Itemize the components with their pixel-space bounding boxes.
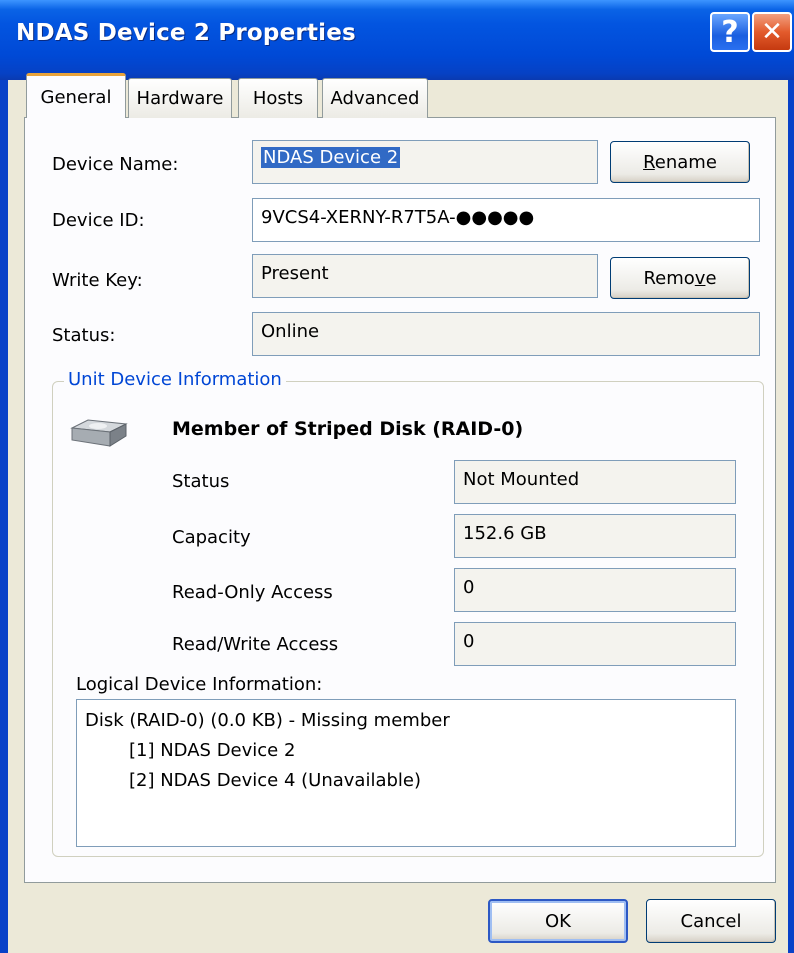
- help-button[interactable]: ?: [710, 12, 750, 52]
- device-name-value: NDAS Device 2: [261, 147, 401, 168]
- unit-status-label: Status: [172, 471, 230, 492]
- tab-general-label: General: [40, 86, 112, 108]
- rename-label: Rename: [643, 151, 717, 173]
- status-label: Status:: [52, 325, 116, 346]
- tab-advanced[interactable]: Advanced: [322, 78, 428, 118]
- read-write-access-field[interactable]: 0: [454, 622, 736, 666]
- device-id-label: Device ID:: [52, 210, 145, 231]
- logical-device-label: Logical Device Information:: [76, 674, 323, 695]
- close-icon: ✕: [761, 17, 783, 47]
- window-border-left: [0, 80, 8, 953]
- remove-label: Remove: [643, 267, 717, 289]
- device-name-label: Device Name:: [52, 154, 179, 175]
- read-write-access-label: Read/Write Access: [172, 634, 339, 655]
- remove-button[interactable]: Remove: [610, 257, 750, 299]
- tab-hardware[interactable]: Hardware: [128, 78, 232, 118]
- write-key-field[interactable]: Present: [252, 254, 598, 298]
- status-field[interactable]: Online: [252, 312, 760, 356]
- help-icon: ?: [721, 14, 739, 50]
- write-key-label: Write Key:: [52, 270, 143, 291]
- tab-advanced-label: Advanced: [330, 88, 420, 109]
- tab-hosts-label: Hosts: [252, 88, 304, 109]
- cancel-button[interactable]: Cancel: [646, 899, 776, 943]
- ok-button[interactable]: OK: [488, 899, 628, 943]
- device-name-field[interactable]: NDAS Device 2: [252, 140, 598, 184]
- unit-device-heading: Member of Striped Disk (RAID-0): [172, 418, 524, 440]
- unit-device-group-title: Unit Device Information: [64, 369, 286, 390]
- tab-general[interactable]: General: [26, 73, 126, 118]
- unit-status-field[interactable]: Not Mounted: [454, 460, 736, 504]
- read-only-access-field[interactable]: 0: [454, 568, 736, 612]
- window-title: NDAS Device 2 Properties: [16, 20, 356, 46]
- list-item[interactable]: [2] NDAS Device 4 (Unavailable): [85, 766, 727, 796]
- tab-hosts[interactable]: Hosts: [238, 78, 318, 118]
- window-border-right: [788, 80, 794, 953]
- device-id-field[interactable]: 9VCS4-XERNY-R7T5A-●●●●●: [252, 198, 760, 242]
- tab-hardware-label: Hardware: [136, 88, 224, 109]
- read-only-access-label: Read-Only Access: [172, 582, 333, 603]
- list-item[interactable]: Disk (RAID-0) (0.0 KB) - Missing member: [85, 706, 727, 736]
- logical-device-list[interactable]: Disk (RAID-0) (0.0 KB) - Missing member …: [76, 699, 736, 847]
- capacity-label: Capacity: [172, 527, 251, 548]
- rename-button[interactable]: Rename: [610, 141, 750, 183]
- capacity-field[interactable]: 152.6 GB: [454, 514, 736, 558]
- hard-disk-icon: [68, 416, 130, 450]
- list-item[interactable]: [1] NDAS Device 2: [85, 736, 727, 766]
- close-button[interactable]: ✕: [752, 12, 792, 52]
